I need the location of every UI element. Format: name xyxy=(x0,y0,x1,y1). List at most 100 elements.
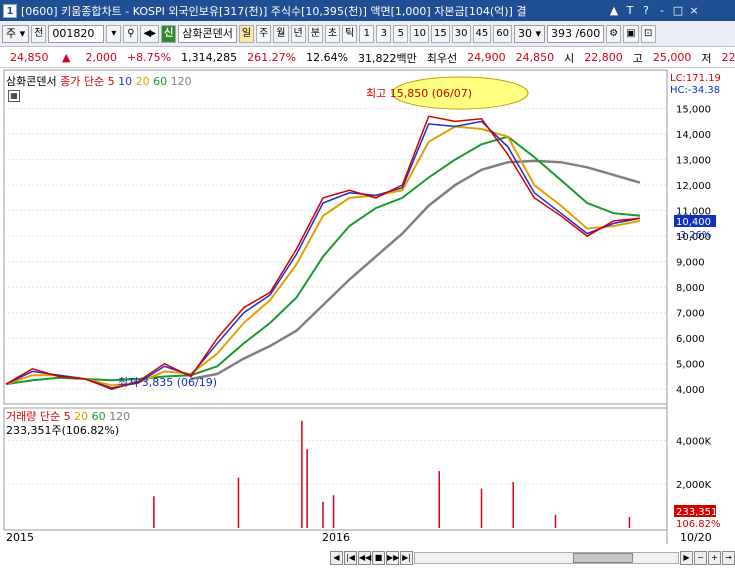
trade-amount: 31,822백만 xyxy=(358,51,417,65)
x-label-2015: 2015 xyxy=(6,531,34,544)
period-day[interactable]: 일 xyxy=(238,24,255,43)
chart-canvas[interactable]: 4,0005,0006,0007,0008,0009,00010,00011,0… xyxy=(0,68,735,548)
price-tick-label: 9,000 xyxy=(676,258,705,269)
scroll-left-button[interactable]: ◀ xyxy=(330,551,343,565)
speaker-icon[interactable]: ◀▸ xyxy=(140,24,160,43)
legend-ma5: 5 xyxy=(107,75,115,88)
search-icon[interactable]: ⚲ xyxy=(123,24,139,43)
lock-icon[interactable]: ⊡ xyxy=(640,24,656,43)
toolbar: 주 ▾ 전 001820 ▾ ⚲ ◀▸ 신 삼화콘덴서 일 주 월 년 분 초 … xyxy=(0,21,735,47)
title-bar: 1 [0600] 키움종합차트 - KOSPI 외국인보유[317(천)] 주식… xyxy=(0,0,735,21)
price-tick-label: 15,000 xyxy=(676,105,711,116)
volume-readout: 233,351주(106.82%) xyxy=(6,424,120,437)
prev-button[interactable]: 전 xyxy=(31,24,47,43)
count-select[interactable]: 30 ▾ xyxy=(513,24,546,43)
scroll-right-button[interactable]: ▶ xyxy=(680,551,693,565)
play-button[interactable]: ◀◀ xyxy=(358,551,371,565)
turnover-rate: 12.64% xyxy=(306,51,349,64)
change-value: 2,000 xyxy=(85,51,117,64)
code-dropdown-icon[interactable]: ▾ xyxy=(106,24,122,43)
expand-button[interactable]: → xyxy=(722,551,735,565)
interval-10[interactable]: 10 xyxy=(410,24,430,43)
period-minute[interactable]: 분 xyxy=(307,24,323,43)
legend-stock-name: 삼화콘덴서 xyxy=(6,75,57,88)
chart-background xyxy=(0,68,735,548)
high-annotation: 최고 15,850 (06/07) xyxy=(366,87,472,100)
volume-tick-label: 2,000K xyxy=(676,480,712,491)
high-label: 고 xyxy=(632,51,643,65)
best-bid: 24,850 xyxy=(515,51,555,64)
last-button[interactable]: ▶| xyxy=(400,551,413,565)
current-price: 24,850 ▲ xyxy=(0,51,80,64)
interval-30[interactable]: 30 xyxy=(451,24,471,43)
current-price-tag: 10,400 xyxy=(676,217,711,228)
chart-type-select[interactable]: 주 ▾ xyxy=(2,24,30,43)
x-label-2016: 2016 xyxy=(322,531,350,544)
legend-ma120: 120 xyxy=(170,75,192,88)
legend-ma10: 10 xyxy=(118,75,133,88)
price-tick-label: 12,000 xyxy=(676,181,711,192)
best-label: 최우선 xyxy=(426,51,458,65)
scroll-track[interactable] xyxy=(414,552,679,564)
volume-value: 1,314,285 xyxy=(181,51,238,64)
x-label-right: 10/20 xyxy=(680,531,712,544)
scroll-thumb[interactable] xyxy=(572,553,633,563)
price-tick-label: 7,000 xyxy=(676,309,705,320)
maximize-button[interactable]: □ xyxy=(671,4,685,17)
close-button[interactable]: × xyxy=(687,4,701,17)
interval-45[interactable]: 45 xyxy=(472,24,492,43)
low-annotation: 최저 3,835 (06/19) xyxy=(118,376,217,389)
period-month[interactable]: 월 xyxy=(273,24,289,43)
stock-name: 삼화콘덴서 xyxy=(178,24,237,43)
current-price-pct: -3.26% xyxy=(676,230,711,241)
tools-icon[interactable]: ⚙ xyxy=(606,24,622,43)
interval-60[interactable]: 60 xyxy=(493,24,512,43)
text-icon[interactable]: T xyxy=(623,4,637,17)
current-volume-pct: 106.82% xyxy=(676,519,721,530)
price-tick-label: 6,000 xyxy=(676,334,705,345)
save-icon[interactable]: ▣ xyxy=(623,24,639,43)
change-percent: +8.75% xyxy=(126,51,172,64)
open-label: 시 xyxy=(564,51,575,65)
zoom-out-button[interactable]: − xyxy=(694,551,707,565)
legend-indicator: 종가 단순 xyxy=(60,75,105,88)
quote-bar: 24,850 ▲ 2,000 +8.75% 1,314,285 261.27% … xyxy=(0,48,735,68)
interval-1[interactable]: 1 xyxy=(359,24,375,43)
help-icon[interactable]: ? xyxy=(639,4,653,17)
volume-ratio: 261.27% xyxy=(247,51,297,64)
best-ask: 24,900 xyxy=(467,51,506,64)
pin-icon[interactable]: ▲ xyxy=(607,4,621,17)
period-second[interactable]: 초 xyxy=(324,24,341,43)
interval-5[interactable]: 5 xyxy=(393,24,409,43)
stop-button[interactable]: ■ xyxy=(372,551,385,565)
period-year[interactable]: 년 xyxy=(290,24,306,43)
grid-toggle-icon[interactable]: ▦ xyxy=(8,90,20,102)
low-value: 22,800 xyxy=(721,51,735,64)
open-value: 22,800 xyxy=(584,51,623,64)
price-legend: 삼화콘덴서 종가 단순 5 10 20 60 120 xyxy=(6,73,192,89)
window-title: [0600] 키움종합차트 - KOSPI 외국인보유[317(천)] 주식수[… xyxy=(21,4,527,18)
up-arrow-icon: ▲ xyxy=(62,51,71,64)
window-controls: ▲ T ? - □ × xyxy=(607,4,701,17)
interval-15[interactable]: 15 xyxy=(431,24,450,43)
minimize-button[interactable]: - xyxy=(655,4,669,17)
price-tick-label: 5,000 xyxy=(676,360,705,371)
forward-button[interactable]: ▶▶ xyxy=(386,551,399,565)
period-tick[interactable]: 틱 xyxy=(342,24,358,43)
new-badge: 신 xyxy=(161,24,177,43)
price-tick-label: 8,000 xyxy=(676,283,705,294)
hc-label: HC:-34.38 xyxy=(670,85,720,96)
count-display: 393 /600 xyxy=(547,24,605,43)
interval-3[interactable]: 3 xyxy=(376,24,392,43)
volume-tick-label: 4,000K xyxy=(676,436,712,447)
window-number: 1 xyxy=(3,3,17,18)
lc-label: LC:171.19 xyxy=(670,73,721,84)
code-input[interactable]: 001820 xyxy=(48,24,105,43)
low-label: 저 xyxy=(701,51,712,65)
legend-ma60: 60 xyxy=(153,75,168,88)
price-tick-label: 14,000 xyxy=(676,130,711,141)
period-week[interactable]: 주 xyxy=(256,24,272,43)
first-button[interactable]: |◀ xyxy=(344,551,357,565)
legend-ma20: 20 xyxy=(135,75,150,88)
zoom-in-button[interactable]: + xyxy=(708,551,721,565)
